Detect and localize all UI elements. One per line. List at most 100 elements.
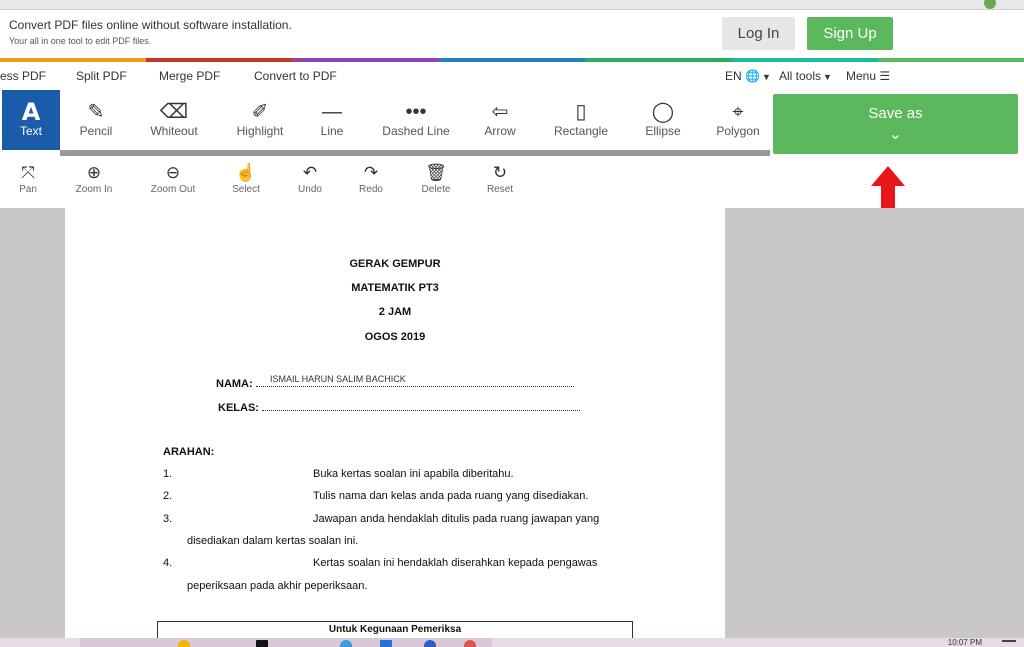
tool-label: Pencil (79, 124, 113, 138)
undo-icon: ↶ (302, 163, 318, 182)
taskbar-clock[interactable]: 10:07 PM (948, 638, 982, 647)
word-icon[interactable] (380, 640, 392, 647)
app-window: Convert PDF files online without softwar… (0, 0, 1024, 647)
app-icon[interactable] (256, 640, 268, 647)
instruction-text: Kertas soalan ini hendaklah diserahkan k… (313, 557, 598, 569)
hand-pointer-icon: ☝ (235, 163, 257, 182)
kelas-label: KELAS: (218, 402, 259, 414)
os-taskbar: 10:07 PM (0, 638, 1024, 647)
tool-whiteout[interactable]: ⌫ Whiteout (142, 90, 206, 150)
tool-arrow[interactable]: ⇦ Arrow (478, 90, 522, 150)
nama-label: NAMA: (216, 378, 253, 390)
instruction-number: 2. (163, 490, 173, 502)
top-banner: Convert PDF files online without softwar… (0, 10, 1024, 58)
eraser-icon: ⌫ (159, 101, 189, 123)
line-icon: — (322, 101, 342, 123)
instruction-continuation: peperiksaan pada akhir peperiksaan. (187, 580, 368, 592)
subtool-label: Select (232, 184, 260, 195)
nav-item-convert-to-pdf[interactable]: Convert to PDF (254, 69, 337, 83)
examiner-box-title: Untuk Kegunaan Pemeriksa (328, 624, 462, 635)
polygon-icon: ⌖ (732, 101, 744, 123)
tool-select[interactable]: ☝ Select (228, 162, 264, 195)
arahan-heading: ARAHAN: (163, 446, 215, 458)
hamburger-icon: ☰ (879, 69, 891, 83)
dashed-line-icon: ••• (405, 101, 427, 123)
toolbar-scrollbar[interactable] (60, 150, 770, 156)
tagline: Convert PDF files online without softwar… (9, 18, 292, 32)
tool-pencil[interactable]: ✎ Pencil (66, 90, 126, 150)
tool-label: Arrow (484, 124, 516, 138)
doc-title-line: MATEMATIK PT3 (351, 282, 439, 294)
menu-label: Menu (846, 69, 877, 83)
doc-title-line: 2 JAM (378, 306, 412, 318)
red-arrow-annotation-icon (871, 166, 905, 210)
pencil-icon: ✎ (87, 101, 105, 123)
chrome-icon[interactable] (464, 640, 476, 647)
text-tool-icon: A (21, 98, 41, 126)
subtool-label: Pan (19, 184, 37, 195)
highlighter-icon: ✐ (251, 101, 269, 123)
pan-icon: ⤧ (21, 163, 35, 182)
tool-ellipse[interactable]: ◯ Ellipse (638, 90, 688, 150)
tool-redo[interactable]: ↷ Redo (356, 162, 386, 195)
tool-reset[interactable]: ↻ Reset (484, 162, 516, 195)
tool-zoom-in[interactable]: ⊕ Zoom In (72, 162, 116, 195)
edge-icon[interactable] (340, 640, 352, 647)
trash-icon: 🗑 (425, 163, 447, 182)
kelas-field[interactable]: KELAS: (218, 401, 581, 414)
rectangle-icon: ▯ (575, 101, 587, 123)
signup-button[interactable]: Sign Up (807, 17, 893, 50)
subtool-label: Delete (421, 184, 451, 195)
instruction-number: 1. (163, 468, 173, 480)
tool-pan[interactable]: ⤧ Pan (12, 162, 44, 195)
instruction-continuation: disediakan dalam kertas soalan ini. (187, 535, 359, 547)
tool-delete[interactable]: 🗑 Delete (418, 162, 454, 195)
tool-dashed-line[interactable]: ••• Dashed Line (376, 90, 456, 150)
globe-icon: 🌐 (745, 69, 760, 83)
pdf-page[interactable]: GERAK GEMPUR MATEMATIK PT3 2 JAM OGOS 20… (65, 208, 725, 641)
tool-polygon[interactable]: ⌖ Polygon (710, 90, 766, 150)
instruction-number: 4. (163, 557, 173, 569)
tool-rectangle[interactable]: ▯ Rectangle (548, 90, 614, 150)
instruction-number: 3. (163, 513, 173, 525)
subline: Your all in one tool to edit PDF files. (9, 36, 152, 46)
language-label: EN (725, 69, 742, 83)
kelas-dotted-line (262, 401, 581, 411)
tool-label: Line (320, 124, 344, 138)
file-explorer-icon[interactable] (178, 640, 190, 647)
nav-item-merge-pdf[interactable]: Merge PDF (159, 69, 220, 83)
tool-label: Rectangle (553, 124, 609, 138)
arrow-icon: ⇦ (491, 101, 509, 123)
all-tools-menu[interactable]: All tools ▼ (779, 69, 832, 83)
tool-line[interactable]: — Line (312, 90, 352, 150)
save-as-label: Save as (868, 105, 923, 122)
tool-label: Text (19, 124, 42, 138)
edit-toolbar: A Text ✎ Pencil ⌫ Whiteout ✐ Highlight —… (2, 90, 770, 150)
menu-button[interactable]: Menu ☰ (846, 69, 890, 83)
browser-frame (0, 0, 1024, 10)
nav-item-split-pdf[interactable]: Split PDF (76, 69, 127, 83)
reset-icon: ↻ (492, 163, 508, 182)
subtool-label: Reset (486, 184, 514, 195)
tool-label: Whiteout (150, 124, 198, 138)
tool-undo[interactable]: ↶ Undo (294, 162, 326, 195)
chevron-down-icon: ⌄ (888, 126, 903, 143)
ellipse-icon: ◯ (651, 101, 675, 123)
browser-profile-icon[interactable] (984, 0, 996, 9)
instruction-text: Jawapan anda hendaklah ditulis pada ruan… (313, 513, 600, 525)
instruction-text: Buka kertas soalan ini apabila diberitah… (313, 468, 514, 480)
tool-text[interactable]: A Text (2, 90, 60, 150)
tool-highlight[interactable]: ✐ Highlight (230, 90, 290, 150)
tool-zoom-out[interactable]: ⊖ Zoom Out (146, 162, 200, 195)
nama-value[interactable]: ISMAIL HARUN SALIM BACHICK (270, 374, 406, 384)
notification-icon[interactable] (1002, 640, 1016, 642)
chevron-down-icon: ▼ (823, 72, 832, 82)
browser-icon[interactable] (424, 640, 436, 647)
login-button[interactable]: Log In (722, 17, 795, 50)
tool-label: Highlight (236, 124, 284, 138)
language-selector[interactable]: EN 🌐 ▼ (725, 69, 771, 83)
save-as-button[interactable]: Save as ⌄ (773, 94, 1018, 154)
nav-bar: ess PDF Split PDF Merge PDF Convert to P… (0, 62, 1024, 90)
tool-label: Polygon (716, 124, 760, 138)
nav-item-compress-pdf[interactable]: ess PDF (0, 69, 46, 83)
